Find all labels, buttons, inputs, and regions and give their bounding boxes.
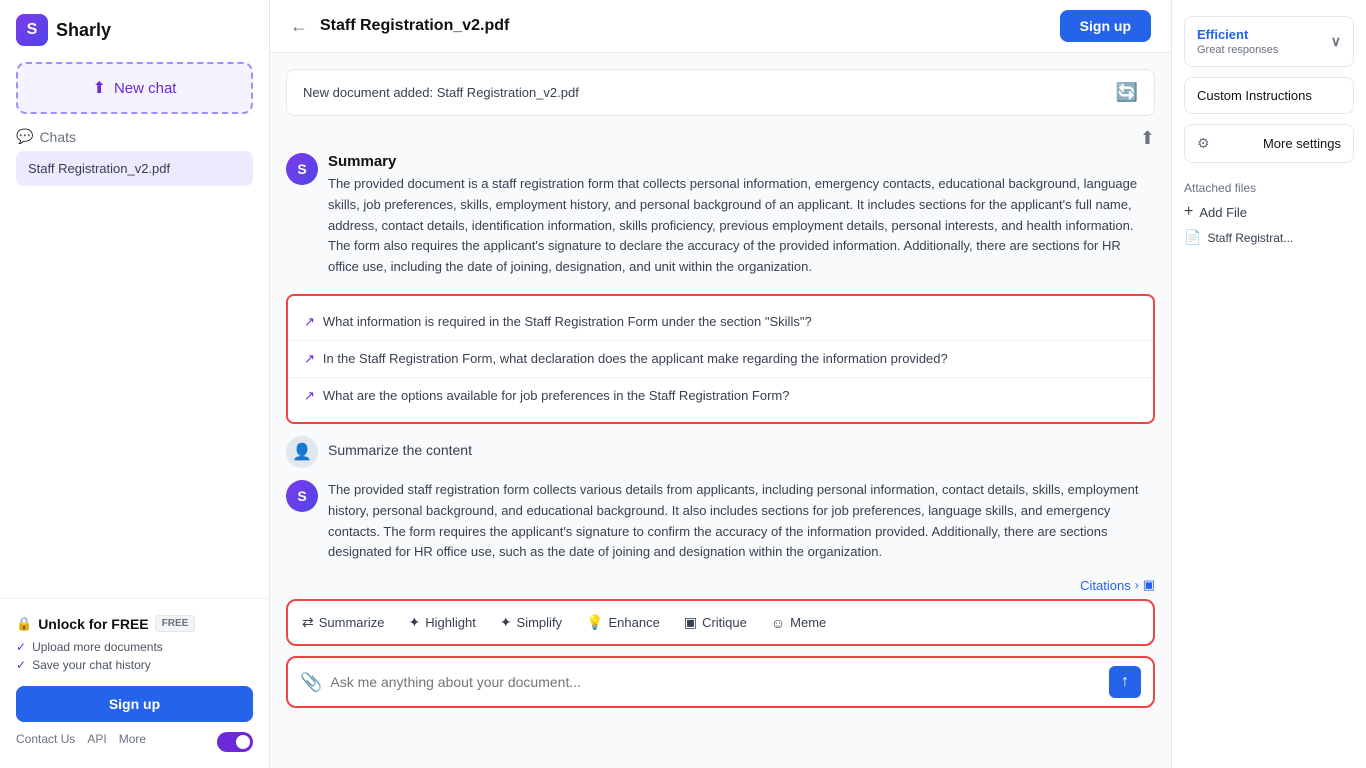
sign-up-sidebar-button[interactable]: Sign up (16, 686, 253, 722)
question-arrow-1: ↗ (304, 314, 315, 330)
chat-icon: 💬 (16, 128, 33, 145)
check-icon-2: ✓ (16, 658, 26, 672)
summary-text: The provided document is a staff registr… (328, 174, 1155, 278)
plus-icon: + (1184, 203, 1193, 221)
lock-icon: 🔒 (16, 616, 32, 632)
gear-icon: ⚙ (1197, 135, 1210, 152)
file-name: Staff Registrat... (1207, 231, 1293, 245)
main-content: ← Staff Registration_v2.pdf Sign up New … (270, 0, 1171, 768)
new-chat-label: New chat (114, 80, 177, 97)
efficient-inner: Efficient Great responses (1197, 27, 1278, 56)
efficient-option[interactable]: Efficient Great responses ∨ (1184, 16, 1354, 67)
ai-response-message: S The provided staff registration form c… (270, 480, 1171, 575)
api-link[interactable]: API (87, 732, 106, 752)
attached-file-item[interactable]: 📄 Staff Registrat... (1184, 229, 1354, 246)
citations-label: Citations (1080, 578, 1131, 593)
custom-instructions-option[interactable]: Custom Instructions (1184, 77, 1354, 114)
document-title: Staff Registration_v2.pdf (320, 17, 1048, 35)
sidebar-footer: Contact Us API More (16, 732, 253, 752)
unlock-item-1: ✓ Upload more documents (16, 640, 253, 654)
back-button[interactable]: ← (290, 16, 308, 37)
add-file-label: Add File (1199, 205, 1247, 220)
chat-toolbar: ⇄ Summarize ✦ Highlight ✦ Simplify 💡 Enh… (286, 599, 1155, 646)
chat-area: New document added: Staff Registration_v… (270, 53, 1171, 768)
highlight-icon: ✦ (408, 614, 420, 631)
unlock-header: 🔒 Unlock for FREE FREE (16, 615, 253, 632)
contact-us-link[interactable]: Contact Us (16, 732, 75, 752)
question-item-2[interactable]: ↗ In the Staff Registration Form, what d… (288, 341, 1153, 378)
critique-button[interactable]: ▣ Critique (674, 609, 757, 636)
sign-up-header-button[interactable]: Sign up (1060, 10, 1151, 42)
sidebar-header: S Sharly (0, 0, 269, 54)
theme-toggle[interactable] (217, 732, 253, 752)
critique-icon: ▣ (684, 614, 697, 631)
new-chat-button[interactable]: ⬆ New chat (16, 62, 253, 114)
enhance-button[interactable]: 💡 Enhance (576, 609, 670, 636)
summarize-icon: ⇄ (302, 614, 314, 631)
chevron-down-icon: ∨ (1331, 33, 1341, 50)
attached-files-section: Attached files + Add File 📄 Staff Regist… (1184, 181, 1354, 246)
pdf-icon: 📄 (1184, 229, 1201, 246)
summary-message: S Summary The provided document is a sta… (270, 153, 1171, 290)
unlock-title: Unlock for FREE (38, 616, 148, 632)
ai-response-content: The provided staff registration form col… (328, 480, 1155, 563)
sidebar-bottom: 🔒 Unlock for FREE FREE ✓ Upload more doc… (0, 598, 269, 768)
right-panel: Efficient Great responses ∨ Custom Instr… (1171, 0, 1366, 768)
ai-response-text: The provided staff registration form col… (328, 480, 1155, 563)
unlock-section: 🔒 Unlock for FREE FREE ✓ Upload more doc… (16, 615, 253, 672)
free-badge: FREE (155, 615, 196, 632)
unlock-item-2: ✓ Save your chat history (16, 658, 253, 672)
summarize-button[interactable]: ⇄ Summarize (292, 609, 394, 636)
meme-icon: ☺ (771, 615, 785, 631)
more-settings-option[interactable]: ⚙ More settings (1184, 124, 1354, 163)
chat-input[interactable] (330, 674, 1101, 690)
enhance-icon: 💡 (586, 614, 603, 631)
chat-list-item[interactable]: Staff Registration_v2.pdf (16, 151, 253, 186)
citations-page-icon: ▣ (1143, 577, 1155, 593)
citations-arrow: › (1135, 578, 1139, 592)
user-avatar: 👤 (286, 436, 318, 468)
summary-title: Summary (328, 153, 1155, 170)
chats-section: 💬 Chats Staff Registration_v2.pdf (0, 128, 269, 186)
upload-icon: ⬆ (93, 78, 106, 98)
citations-row[interactable]: Citations › ▣ (270, 575, 1171, 599)
simplify-icon: ✦ (500, 614, 512, 631)
attached-files-label: Attached files (1184, 181, 1354, 195)
summary-content: Summary The provided document is a staff… (328, 153, 1155, 278)
app-name: Sharly (56, 20, 111, 41)
chat-input-area: 📎 ↑ (286, 656, 1155, 708)
add-file-button[interactable]: + Add File (1184, 203, 1247, 221)
simplify-button[interactable]: ✦ Simplify (490, 609, 572, 636)
more-link[interactable]: More (119, 732, 146, 752)
share-row: ⬆ (270, 128, 1171, 153)
document-banner-text: New document added: Staff Registration_v… (303, 85, 579, 100)
ai-avatar-2: S (286, 480, 318, 512)
chats-label: 💬 Chats (16, 128, 253, 145)
ai-avatar-1: S (286, 153, 318, 185)
attach-button[interactable]: 📎 (300, 672, 322, 693)
share-button[interactable]: ⬆ (1140, 128, 1155, 149)
app-logo-letter: S (27, 21, 38, 39)
highlight-button[interactable]: ✦ Highlight (398, 609, 485, 636)
check-icon-1: ✓ (16, 640, 26, 654)
send-button[interactable]: ↑ (1109, 666, 1141, 698)
question-arrow-2: ↗ (304, 351, 315, 367)
user-message-1: 👤 Summarize the content (270, 436, 1171, 480)
efficient-label: Efficient (1197, 27, 1278, 42)
efficient-sub: Great responses (1197, 44, 1278, 56)
meme-button[interactable]: ☺ Meme (761, 609, 836, 636)
more-settings-label: More settings (1263, 136, 1341, 151)
question-arrow-3: ↗ (304, 388, 315, 404)
topbar: ← Staff Registration_v2.pdf Sign up (270, 0, 1171, 53)
app-logo: S (16, 14, 48, 46)
custom-instructions-label: Custom Instructions (1197, 88, 1312, 103)
suggested-questions-box: ↗ What information is required in the St… (286, 294, 1155, 424)
user-message-text: Summarize the content (328, 436, 472, 458)
document-banner: New document added: Staff Registration_v… (286, 69, 1155, 116)
sidebar: S Sharly ⬆ New chat 💬 Chats Staff Regist… (0, 0, 270, 768)
question-item-1[interactable]: ↗ What information is required in the St… (288, 304, 1153, 341)
question-item-3[interactable]: ↗ What are the options available for job… (288, 378, 1153, 414)
refresh-button[interactable]: 🔄 (1116, 82, 1138, 103)
